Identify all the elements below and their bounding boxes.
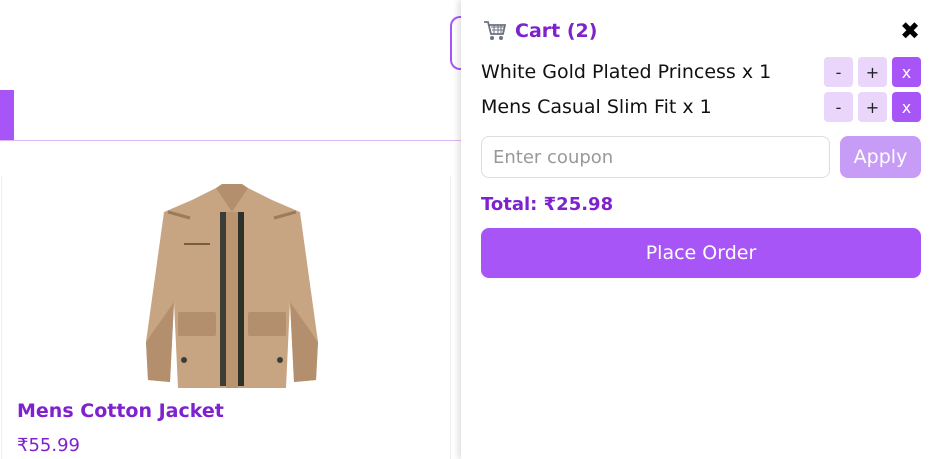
cart-item: White Gold Plated Princess x 1 - + x [481,57,921,87]
product-price: ₹55.99 [17,435,80,456]
decrement-button[interactable]: - [824,57,853,87]
cart-header: Cart (2) [483,20,597,42]
cart-item-name: Mens Casual Slim Fit x 1 [481,96,712,118]
product-image [146,184,318,388]
coupon-input[interactable] [481,136,830,178]
increment-button[interactable]: + [858,57,887,87]
background-accent-bar [0,90,14,140]
shopping-cart-icon [484,21,507,40]
remove-button[interactable]: x [892,57,921,87]
apply-coupon-button[interactable]: Apply [840,136,921,178]
cart-total: Total: ₹25.98 [481,194,614,215]
cart-item: Mens Casual Slim Fit x 1 - + x [481,92,921,122]
close-button[interactable]: ✖ [898,18,922,44]
cart-panel: Cart (2) ✖ White Gold Plated Princess x … [461,0,938,459]
background-divider [0,140,462,141]
cart-title: Cart (2) [515,20,598,42]
place-order-button[interactable]: Place Order [481,228,921,278]
product-title[interactable]: Mens Cotton Jacket [17,400,224,422]
product-card[interactable]: Mens Cotton Jacket ₹55.99 [1,176,451,459]
remove-button[interactable]: x [892,92,921,122]
decrement-button[interactable]: - [824,92,853,122]
cart-item-name: White Gold Plated Princess x 1 [481,61,772,83]
increment-button[interactable]: + [858,92,887,122]
